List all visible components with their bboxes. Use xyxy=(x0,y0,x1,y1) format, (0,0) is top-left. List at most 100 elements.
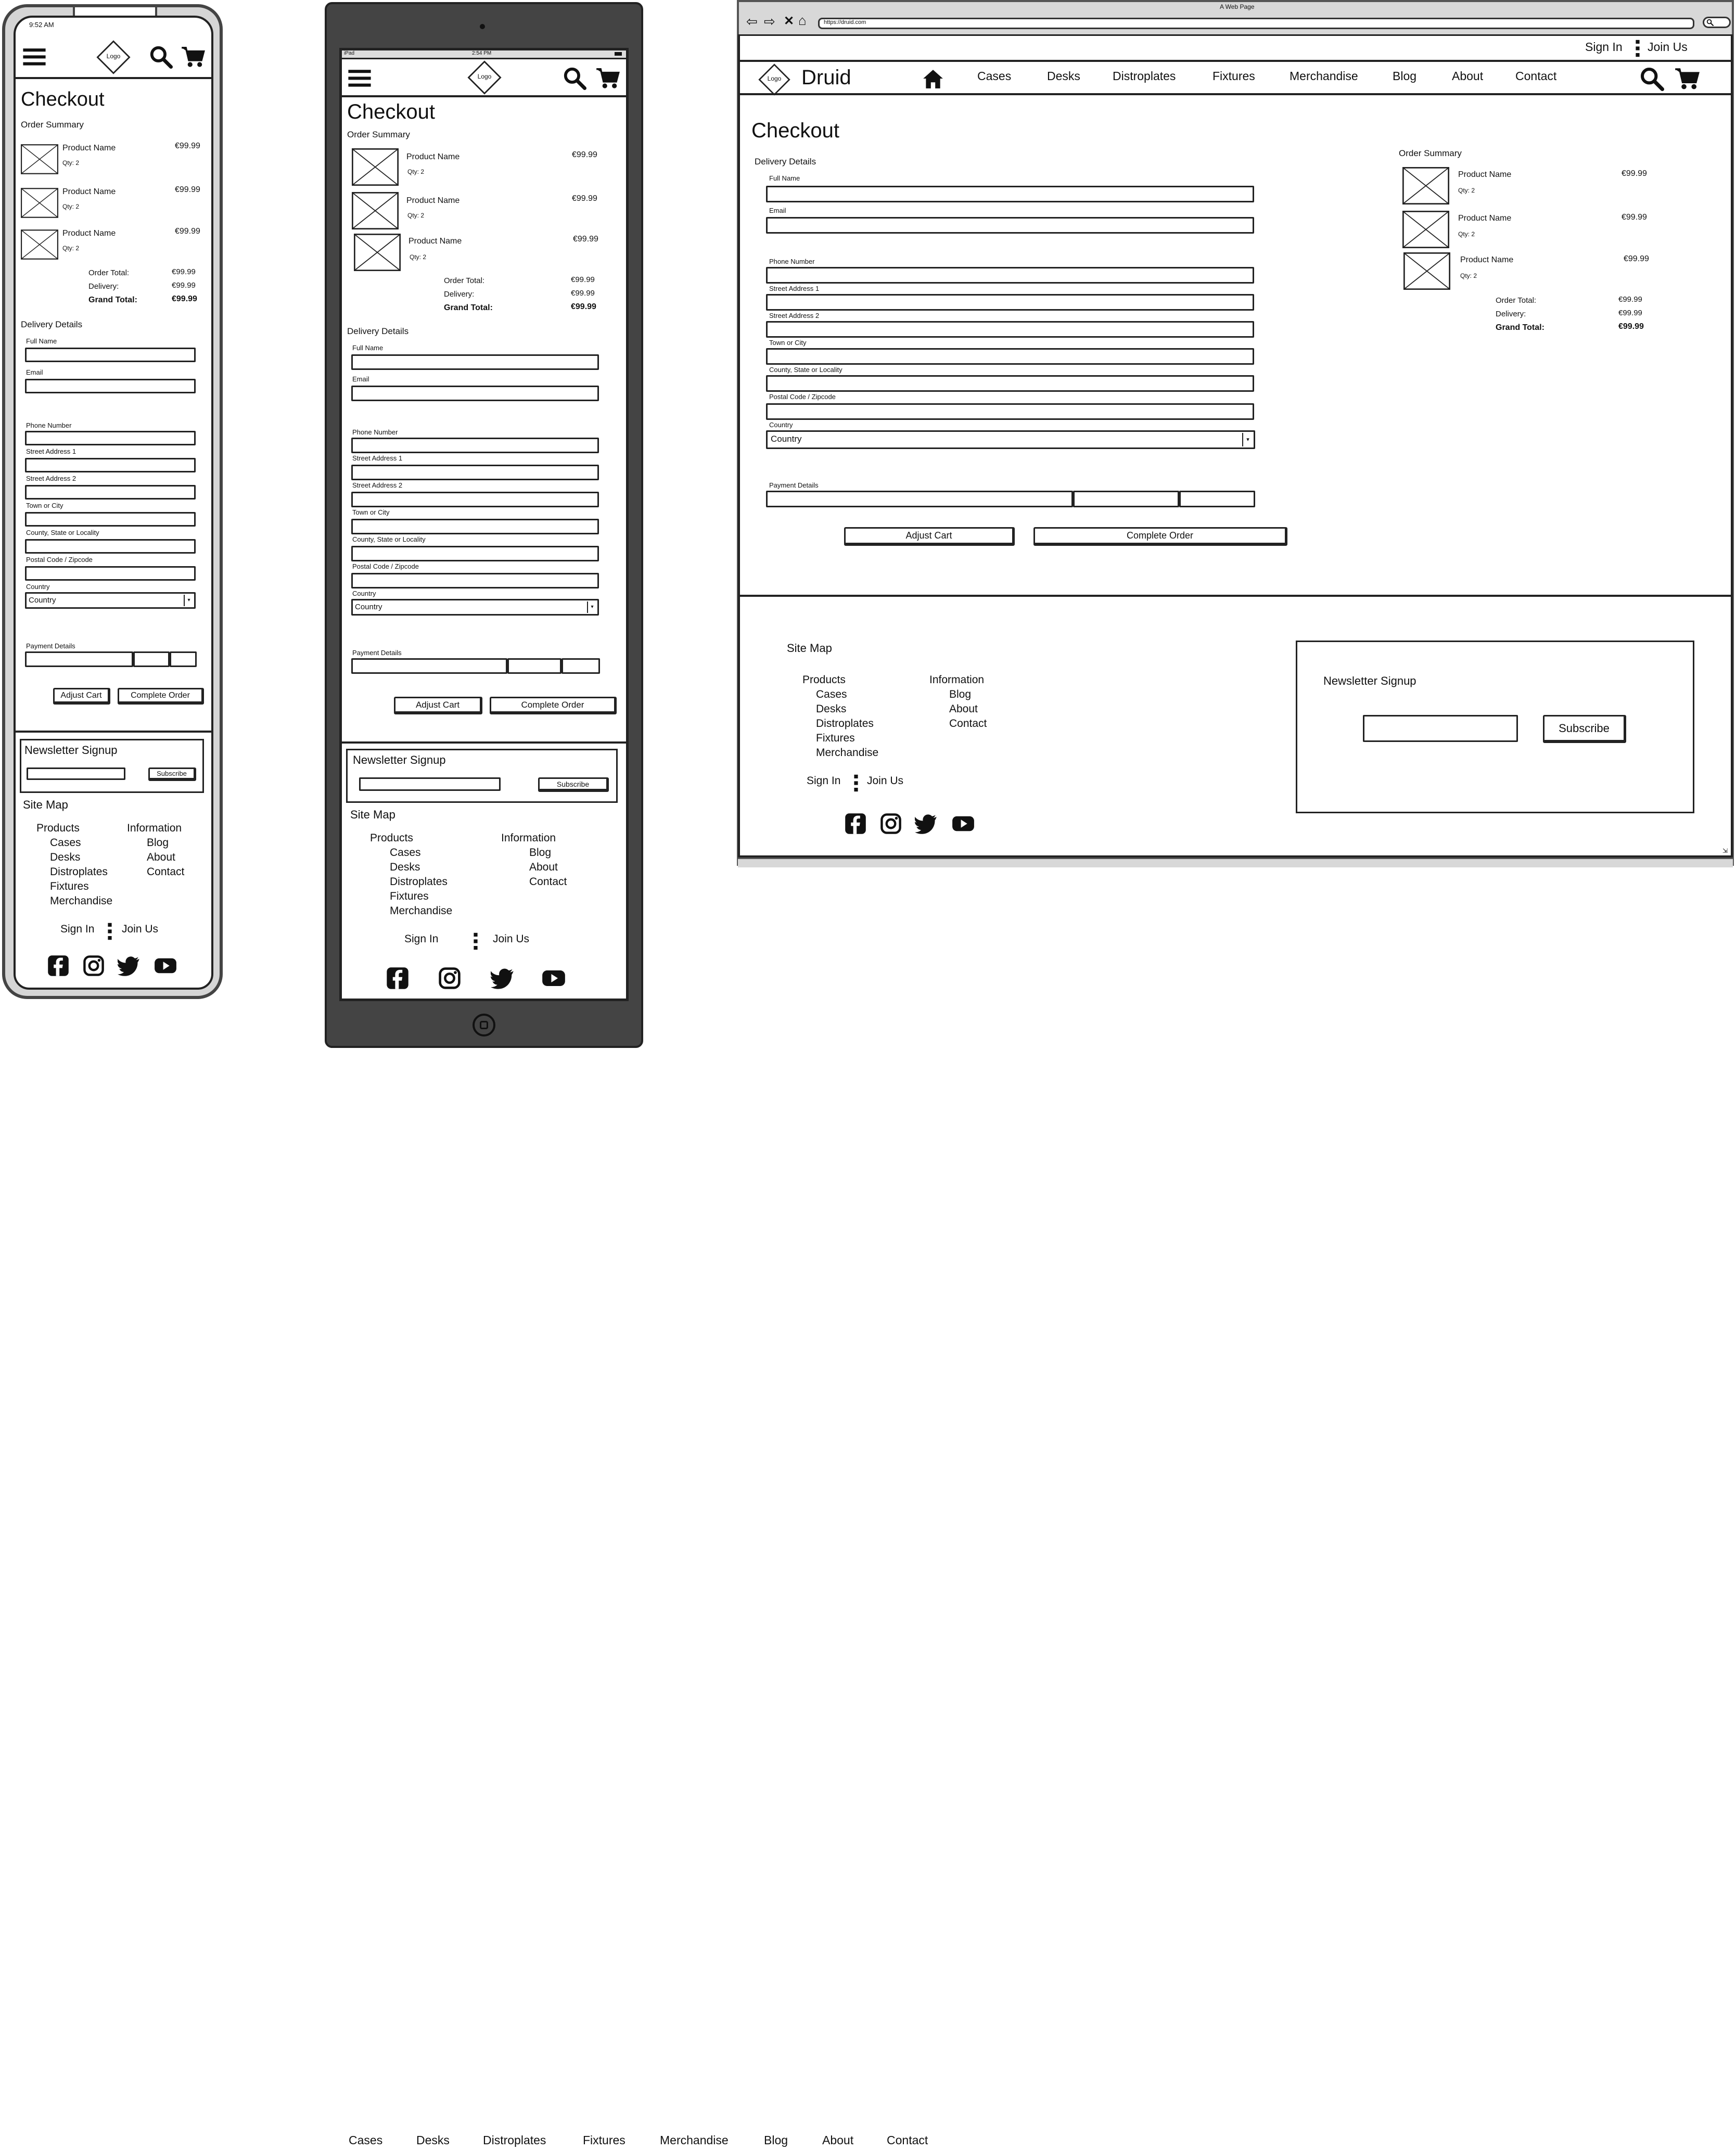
nav-blog[interactable]: Blog xyxy=(1393,69,1416,83)
subscribe-button[interactable]: Subscribe xyxy=(538,777,609,792)
search-icon[interactable] xyxy=(563,66,586,90)
facebook-icon[interactable] xyxy=(47,954,70,977)
sign-in-link[interactable]: Sign In xyxy=(1585,40,1623,54)
cart-icon[interactable] xyxy=(181,45,205,69)
footer-link-desks[interactable]: Desks xyxy=(390,861,420,874)
forward-icon[interactable]: ⇨ xyxy=(764,15,775,28)
stray-nav-blog[interactable]: Blog xyxy=(764,2133,788,2147)
email-input[interactable] xyxy=(25,379,196,393)
footer-link-merchandise[interactable]: Merchandise xyxy=(50,895,112,907)
search-icon[interactable] xyxy=(149,45,173,69)
footer-link-desks[interactable]: Desks xyxy=(816,703,846,715)
country-select[interactable]: Country ▾ xyxy=(351,599,599,616)
logo[interactable]: Logo xyxy=(467,60,502,95)
card-expiry-input[interactable] xyxy=(507,658,561,674)
street1-input[interactable] xyxy=(351,465,599,480)
facebook-icon[interactable] xyxy=(386,966,410,990)
card-cvc-input[interactable] xyxy=(561,658,600,674)
search-toggle-icon[interactable] xyxy=(1703,17,1731,28)
footer-sign-in-link[interactable]: Sign In xyxy=(807,775,840,787)
stray-nav-merchandise[interactable]: Merchandise xyxy=(660,2133,729,2147)
full-name-input[interactable] xyxy=(25,348,196,362)
nav-fixtures[interactable]: Fixtures xyxy=(1212,69,1255,83)
full-name-input[interactable] xyxy=(351,354,599,370)
footer-link-cases[interactable]: Cases xyxy=(816,688,847,701)
footer-link-distroplates[interactable]: Distroplates xyxy=(390,876,448,888)
instagram-icon[interactable] xyxy=(82,954,105,977)
street1-input[interactable] xyxy=(766,294,1254,311)
footer-link-blog[interactable]: Blog xyxy=(949,688,971,701)
newsletter-email-input[interactable] xyxy=(27,767,125,780)
card-expiry-input[interactable] xyxy=(133,651,170,667)
county-input[interactable] xyxy=(25,539,196,554)
nav-contact[interactable]: Contact xyxy=(1515,69,1556,83)
full-name-input[interactable] xyxy=(766,186,1254,202)
country-select[interactable]: Country ▾ xyxy=(766,430,1255,449)
sign-in-link[interactable]: Sign In xyxy=(60,923,94,936)
adjust-cart-button[interactable]: Adjust Cart xyxy=(394,697,482,714)
card-cvc-input[interactable] xyxy=(1179,491,1255,507)
instagram-icon[interactable] xyxy=(438,966,462,990)
sign-in-link[interactable]: Sign In xyxy=(404,933,438,945)
footer-link-contact[interactable]: Contact xyxy=(949,718,987,730)
street1-input[interactable] xyxy=(25,458,196,472)
card-number-input[interactable] xyxy=(25,651,133,667)
nav-merchandise[interactable]: Merchandise xyxy=(1290,69,1358,83)
street2-input[interactable] xyxy=(25,485,196,500)
complete-order-button[interactable]: Complete Order xyxy=(1033,527,1287,546)
nav-distroplates[interactable]: Distroplates xyxy=(1113,69,1176,83)
footer-link-fixtures[interactable]: Fixtures xyxy=(390,890,429,903)
tablet-home-button[interactable] xyxy=(473,1014,495,1036)
logo[interactable]: Logo xyxy=(758,63,791,96)
postal-input[interactable] xyxy=(25,566,196,581)
county-input[interactable] xyxy=(351,546,599,561)
stray-nav-distroplates[interactable]: Distroplates xyxy=(483,2133,546,2147)
cart-icon[interactable] xyxy=(1675,66,1700,91)
footer-link-merchandise[interactable]: Merchandise xyxy=(390,905,452,917)
join-us-link[interactable]: Join Us xyxy=(1648,40,1688,54)
email-input[interactable] xyxy=(766,217,1254,234)
youtube-icon[interactable] xyxy=(541,966,567,990)
back-icon[interactable]: ⇦ xyxy=(746,15,758,28)
brand-name[interactable]: Druid xyxy=(801,66,851,89)
footer-link-blog[interactable]: Blog xyxy=(529,847,551,859)
join-us-link[interactable]: Join Us xyxy=(122,923,158,936)
twitter-icon[interactable] xyxy=(491,966,515,990)
search-icon[interactable] xyxy=(1639,66,1664,91)
town-input[interactable] xyxy=(25,512,196,527)
logo[interactable]: Logo xyxy=(96,40,131,75)
postal-input[interactable] xyxy=(351,573,599,588)
footer-link-contact[interactable]: Contact xyxy=(147,866,184,878)
card-number-input[interactable] xyxy=(351,658,507,674)
stray-nav-fixtures[interactable]: Fixtures xyxy=(583,2133,626,2147)
adjust-cart-button[interactable]: Adjust Cart xyxy=(53,688,110,705)
twitter-icon[interactable] xyxy=(118,954,141,977)
phone-input[interactable] xyxy=(351,438,599,453)
close-icon[interactable]: ✕ xyxy=(784,15,794,28)
adjust-cart-button[interactable]: Adjust Cart xyxy=(844,527,1015,546)
instagram-icon[interactable] xyxy=(879,812,902,835)
town-input[interactable] xyxy=(766,348,1254,365)
footer-link-distroplates[interactable]: Distroplates xyxy=(816,718,874,730)
county-input[interactable] xyxy=(766,375,1254,392)
postal-input[interactable] xyxy=(766,403,1254,420)
subscribe-button[interactable]: Subscribe xyxy=(1543,715,1626,743)
stray-nav-cases[interactable]: Cases xyxy=(349,2133,382,2147)
newsletter-email-input[interactable] xyxy=(359,777,501,791)
footer-link-desks[interactable]: Desks xyxy=(50,851,80,864)
footer-link-fixtures[interactable]: Fixtures xyxy=(816,732,855,745)
newsletter-email-input[interactable] xyxy=(1363,715,1518,742)
nav-desks[interactable]: Desks xyxy=(1047,69,1080,83)
street2-input[interactable] xyxy=(766,321,1254,338)
hamburger-icon[interactable] xyxy=(22,45,47,70)
footer-link-distroplates[interactable]: Distroplates xyxy=(50,866,108,878)
footer-link-fixtures[interactable]: Fixtures xyxy=(50,880,89,893)
youtube-icon[interactable] xyxy=(950,812,976,835)
youtube-icon[interactable] xyxy=(153,954,178,977)
footer-link-contact[interactable]: Contact xyxy=(529,876,567,888)
phone-input[interactable] xyxy=(766,267,1254,284)
footer-link-cases[interactable]: Cases xyxy=(50,837,81,849)
stray-nav-desks[interactable]: Desks xyxy=(416,2133,450,2147)
card-expiry-input[interactable] xyxy=(1073,491,1179,507)
cart-icon[interactable] xyxy=(596,66,620,90)
